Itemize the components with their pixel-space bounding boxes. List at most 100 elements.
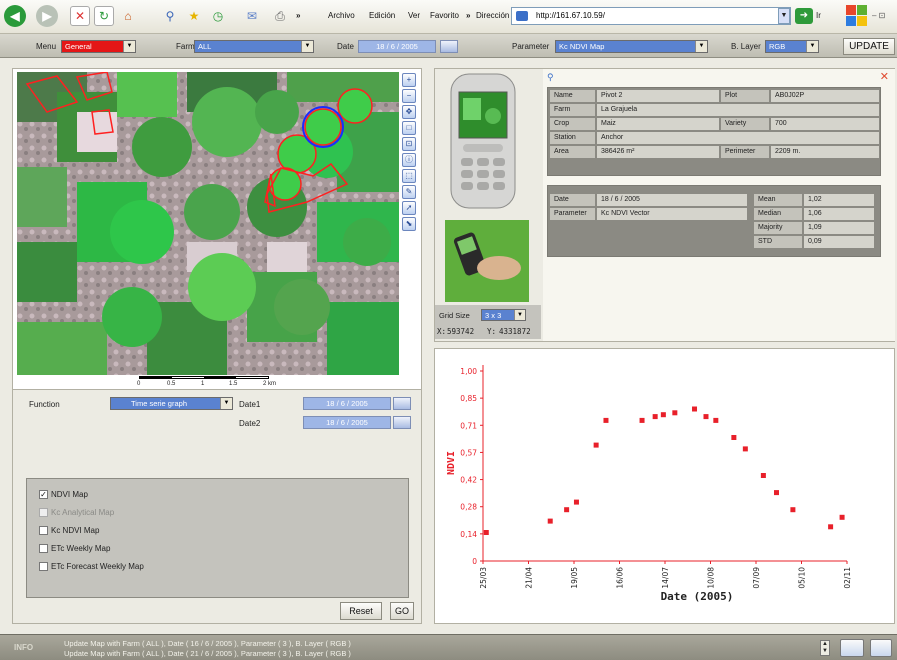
variety-label: Variety xyxy=(721,118,769,130)
checkbox-icon[interactable] xyxy=(39,544,48,553)
scale-label-2: 1 xyxy=(201,381,205,387)
data-point[interactable] xyxy=(713,417,719,423)
farm-value: La Grajuela xyxy=(597,104,879,116)
draw-icon[interactable]: ✎ xyxy=(402,185,416,199)
forward-arrow-icon[interactable]: ▶ xyxy=(36,5,58,27)
x-tick-label: 21/04 xyxy=(525,567,534,589)
y-tick-label: 0,42 xyxy=(460,476,477,485)
data-point[interactable] xyxy=(564,507,570,513)
checkbox-checked-icon[interactable]: ✓ xyxy=(39,490,48,499)
data-point[interactable] xyxy=(672,410,678,416)
calendar-icon[interactable] xyxy=(440,40,458,53)
scale-label-0: 0 xyxy=(137,381,141,387)
close-icon[interactable]: ✕ xyxy=(880,70,889,83)
date2-field[interactable]: 18 / 6 / 2005 xyxy=(303,416,391,429)
layer-item-kc-ndvi[interactable]: Kc NDVI Map xyxy=(39,526,99,535)
refresh-icon[interactable]: ↻ xyxy=(94,6,114,26)
go-label[interactable]: Ir xyxy=(816,11,821,20)
data-point[interactable] xyxy=(603,417,609,423)
date-field[interactable]: 18 / 6 / 2005 xyxy=(358,40,436,53)
data-point[interactable] xyxy=(593,442,599,448)
select-icon[interactable]: ⬚ xyxy=(402,169,416,183)
network-icon[interactable] xyxy=(870,639,892,657)
go-button[interactable]: GO xyxy=(390,602,414,620)
calendar-icon[interactable] xyxy=(393,416,411,429)
go-arrow-icon[interactable]: ➜ xyxy=(795,8,813,24)
reset-button[interactable]: Reset xyxy=(340,602,382,620)
perimeter-label: Perimeter xyxy=(721,146,769,158)
map-toolbar: + − ✥ □ ⊡ ⓘ ⬚ ✎ ➚ ⬊ xyxy=(402,73,420,233)
menu-edicion[interactable]: Edición xyxy=(369,11,395,20)
data-point[interactable] xyxy=(828,524,834,530)
print-icon[interactable]: ⎙ xyxy=(270,6,290,26)
address-dropdown-icon[interactable]: ▼ xyxy=(778,8,790,24)
status-info-label: INFO xyxy=(14,643,34,652)
back-arrow-icon[interactable]: ◀ xyxy=(4,5,26,27)
data-point[interactable] xyxy=(773,490,779,496)
date1-field[interactable]: 18 / 6 / 2005 xyxy=(303,397,391,410)
layer-item-etc-forecast[interactable]: ETc Forecast Weekly Map xyxy=(39,562,144,571)
full-extent-icon[interactable]: □ xyxy=(402,121,416,135)
pointer-icon[interactable]: ➚ xyxy=(402,201,416,215)
stop-icon[interactable]: ✕ xyxy=(70,6,90,26)
data-point[interactable] xyxy=(731,435,737,440)
menu-select[interactable]: General ▼ xyxy=(61,40,136,53)
parameter-select[interactable]: Kc NDVI Map ▼ xyxy=(555,40,708,53)
satellite-map[interactable] xyxy=(17,72,399,375)
menu-overflow-icon[interactable]: » xyxy=(466,11,470,20)
address-label: Dirección xyxy=(476,11,510,20)
data-point[interactable] xyxy=(639,417,645,423)
function-select[interactable]: Time serie graph ▼ xyxy=(110,397,233,410)
update-button[interactable]: UPDATE xyxy=(843,38,895,55)
checkbox-icon[interactable] xyxy=(39,562,48,571)
search-icon[interactable]: ⚲ xyxy=(160,6,180,26)
home-icon[interactable]: ⌂ xyxy=(118,6,138,26)
identify-icon[interactable]: ⓘ xyxy=(402,153,416,167)
measure-icon[interactable]: ⊡ xyxy=(402,137,416,151)
majority-value: 1,09 xyxy=(804,222,874,234)
status-scroll-icon[interactable]: ▲ ▼ xyxy=(820,640,830,656)
checkbox-icon[interactable] xyxy=(39,526,48,535)
blayer-select[interactable]: RGB ▼ xyxy=(765,40,819,53)
function-label: Function xyxy=(29,400,60,409)
calendar-icon[interactable] xyxy=(393,397,411,410)
status-log-line: Update Map with Farm ( ALL ), Date ( 16 … xyxy=(64,639,351,648)
data-point[interactable] xyxy=(652,414,658,420)
toolbar-overflow-icon[interactable]: » xyxy=(296,11,300,20)
query-icon[interactable]: ⬊ xyxy=(402,217,416,231)
menu-ver[interactable]: Ver xyxy=(408,11,420,20)
history-icon[interactable]: ◷ xyxy=(208,6,228,26)
monitor-icon[interactable] xyxy=(840,639,864,657)
menu-archivo[interactable]: Archivo xyxy=(328,11,355,20)
farm-select[interactable]: ALL ▼ xyxy=(194,40,314,53)
data-point[interactable] xyxy=(703,414,709,420)
favorites-star-icon[interactable]: ★ xyxy=(184,6,204,26)
chevron-down-icon: ▼ xyxy=(220,398,232,409)
grid-size-select[interactable]: 3 x 3 ▼ xyxy=(481,309,526,321)
farm-label: Farm xyxy=(176,42,195,51)
function-select-value: Time serie graph xyxy=(131,399,187,408)
data-point[interactable] xyxy=(573,499,579,505)
window-controls-icon[interactable]: – ⊡ xyxy=(872,11,885,20)
scale-label-3: 1.5 xyxy=(229,381,238,387)
chevron-down-icon: ▼ xyxy=(806,41,818,52)
data-point[interactable] xyxy=(760,473,766,478)
data-point[interactable] xyxy=(483,530,489,535)
mobile-phone-icon xyxy=(445,73,529,302)
data-point[interactable] xyxy=(839,514,845,520)
pan-icon[interactable]: ✥ xyxy=(402,105,416,119)
data-point[interactable] xyxy=(742,446,748,452)
zoom-in-icon[interactable]: + xyxy=(402,73,416,87)
menu-favorito[interactable]: Favorito xyxy=(430,11,459,20)
layer-item-etc-weekly[interactable]: ETc Weekly Map xyxy=(39,544,110,553)
data-point[interactable] xyxy=(660,412,666,418)
layer-item-ndvi[interactable]: ✓ NDVI Map xyxy=(39,490,88,499)
zoom-out-icon[interactable]: − xyxy=(402,89,416,103)
mail-icon[interactable]: ✉ xyxy=(242,6,262,26)
date-label: Date xyxy=(337,42,354,51)
search-icon[interactable]: ⚲ xyxy=(547,72,554,83)
address-bar[interactable]: http://161.67.10.59/ xyxy=(511,7,791,25)
data-point[interactable] xyxy=(790,507,796,513)
data-point[interactable] xyxy=(692,406,698,412)
data-point[interactable] xyxy=(547,518,553,524)
